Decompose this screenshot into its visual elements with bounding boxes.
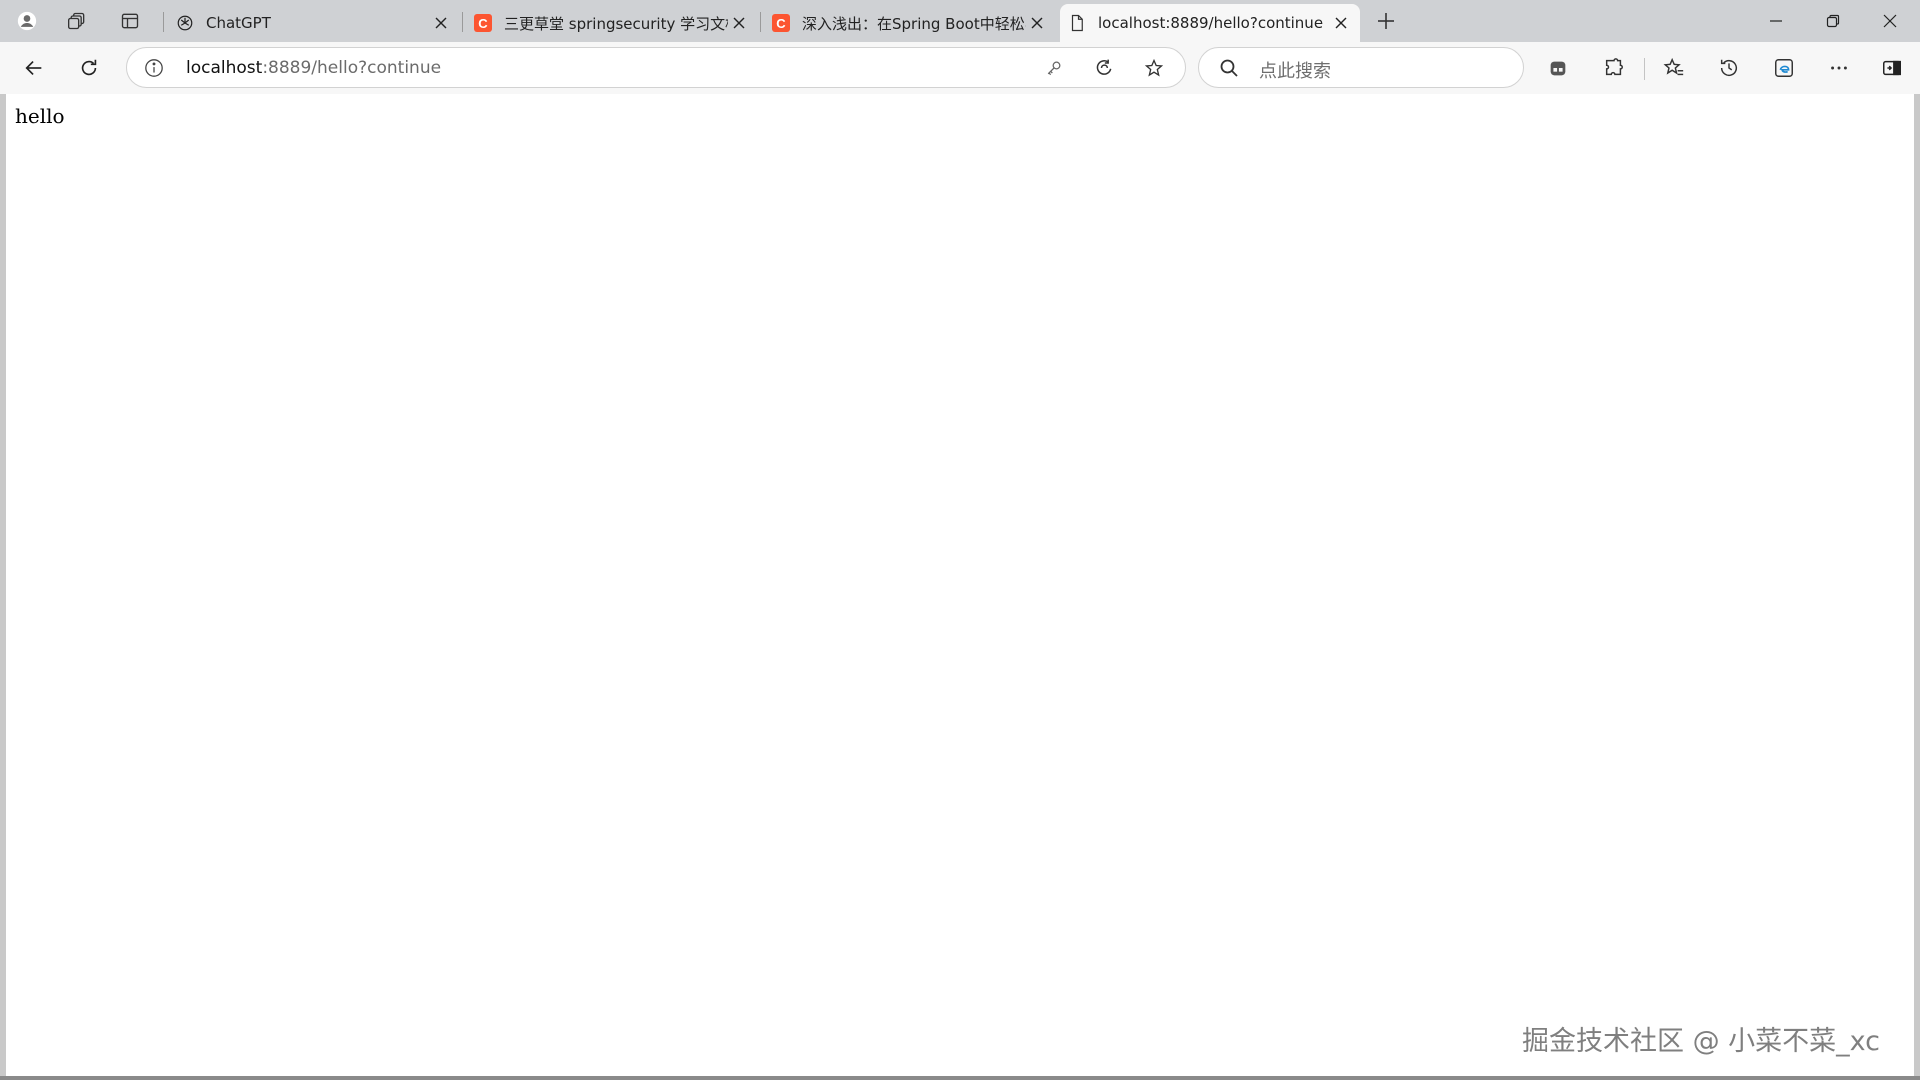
page-content: hello 掘金技术社区 @ 小菜不菜_xc [6,94,1914,1076]
url-path: :8889/hello?continue [262,58,442,78]
close-icon [1335,17,1347,29]
toolbar-divider [1644,58,1645,80]
tab-close-button[interactable] [1026,12,1048,34]
more-options-button[interactable] [1821,50,1857,86]
close-icon [733,17,745,29]
search-box[interactable]: 点此搜索 [1198,47,1524,88]
close-icon [1883,14,1897,28]
close-icon [1031,17,1043,29]
address-bar[interactable]: localhost:8889/hello?continue [126,47,1186,88]
collections-button[interactable] [1766,50,1802,86]
chatgpt-icon [176,14,194,32]
history-button[interactable] [1711,50,1747,86]
vertical-tabs-button[interactable] [114,5,146,37]
tab-title: ChatGPT [206,14,271,32]
tab-chatgpt[interactable]: ChatGPT [168,4,460,42]
workspaces-icon [68,12,85,30]
tab-springsecurity-doc[interactable]: C 三更草堂 springsecurity 学习文档 [466,4,758,42]
password-key-button[interactable] [1041,55,1067,81]
minimize-button[interactable] [1748,0,1804,42]
ellipsis-icon [1831,66,1847,70]
new-tab-button[interactable] [1370,5,1402,37]
key-icon [1047,61,1061,76]
games-button[interactable] [1540,50,1576,86]
minimize-icon [1770,20,1782,22]
edge-collections-icon [1775,59,1793,77]
favorites-list-icon [1663,57,1684,76]
page-icon [1068,14,1086,32]
favorites-button[interactable] [1656,50,1692,86]
tab-title: 深入浅出：在Spring Boot中轻松实 [802,14,1026,33]
tab-title: 三更草堂 springsecurity 学习文档 [504,14,728,33]
tab-separator [462,12,463,32]
restore-icon [1826,14,1840,28]
back-button[interactable] [16,50,52,86]
tab-localhost[interactable]: localhost:8889/hello?continue [1060,4,1360,42]
workspaces-button[interactable] [61,5,93,37]
plus-icon [1378,13,1394,29]
tab-separator [163,12,164,32]
restore-button[interactable] [1805,0,1861,42]
tab-separator [760,12,761,32]
tab-title: localhost:8889/hello?continue [1098,14,1324,32]
csdn-icon: C [772,14,790,32]
refresh-icon [81,59,97,76]
csdn-icon: C [474,14,492,32]
tab-close-button[interactable] [1330,12,1352,34]
add-favorite-button[interactable] [1141,55,1167,81]
refresh-button[interactable] [71,50,107,86]
star-icon [1144,58,1164,77]
profile-icon [17,11,37,31]
search-icon [1220,59,1238,77]
url-text[interactable]: localhost:8889/hello?continue [186,58,441,78]
site-info-icon[interactable] [143,57,165,79]
url-host: localhost [186,58,263,78]
sidebar-toggle-button[interactable] [1874,50,1910,86]
edge-refresh-icon [1096,59,1112,75]
tab-actions-icon [121,13,139,29]
extensions-button[interactable] [1596,50,1632,86]
page-body-text: hello [15,104,65,128]
puzzle-icon [1605,58,1623,76]
tab-strip: ChatGPT C 三更草堂 springsecurity 学习文档 C 深入浅… [0,0,1920,42]
search-placeholder: 点此搜索 [1259,61,1331,82]
history-icon [1720,59,1738,77]
navigation-toolbar: localhost:8889/hello?continue 点此搜索 [0,42,1920,94]
window-bottom-edge [0,1076,1920,1080]
gamepad-icon [1550,61,1566,76]
tab-spring-boot-article[interactable]: C 深入浅出：在Spring Boot中轻松实 [764,4,1056,42]
profile-button[interactable] [11,5,43,37]
read-aloud-button[interactable] [1091,55,1117,81]
tab-close-button[interactable] [430,12,452,34]
close-icon [435,17,447,29]
close-window-button[interactable] [1862,0,1918,42]
back-arrow-icon [25,60,42,76]
tab-close-button[interactable] [728,12,750,34]
sidebar-icon [1883,60,1901,76]
watermark-text: 掘金技术社区 @ 小菜不菜_xc [1521,1026,1880,1057]
